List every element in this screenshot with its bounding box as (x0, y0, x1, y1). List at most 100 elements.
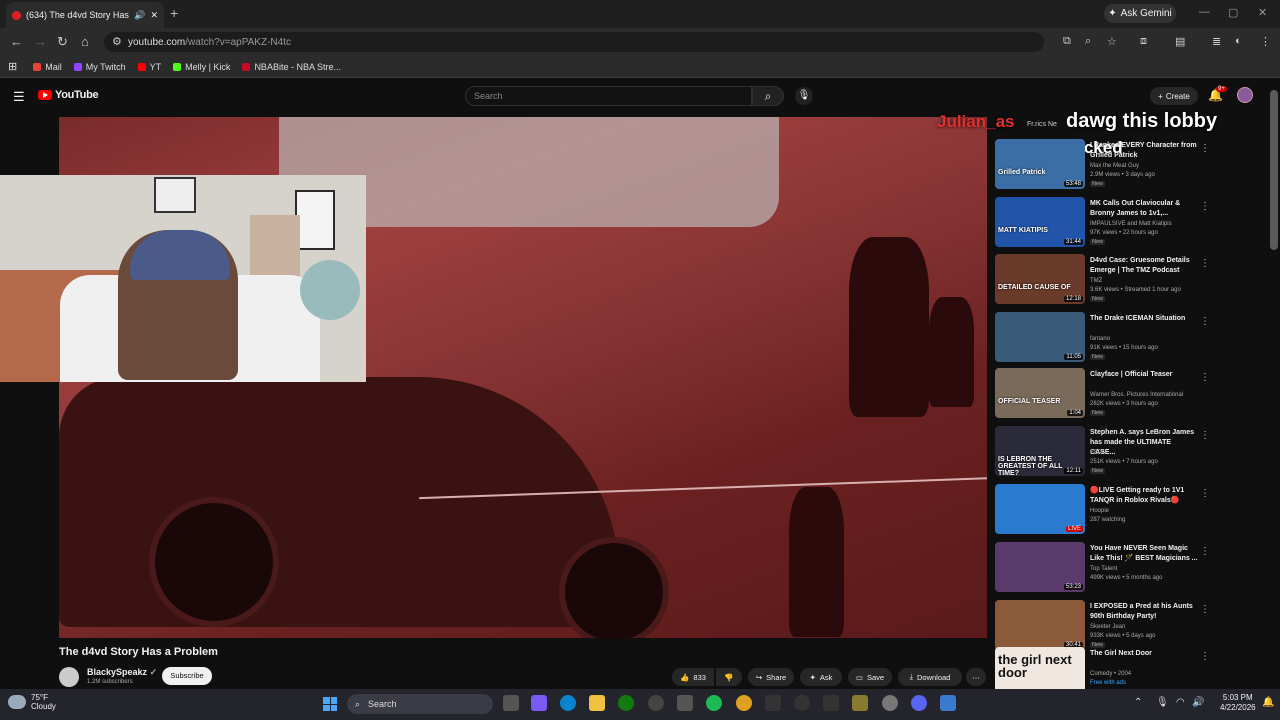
wifi-icon[interactable]: ◠ (1176, 697, 1185, 708)
voice-search-icon[interactable]: 🎙 (795, 87, 813, 105)
recommendation-item[interactable]: 53:23 You Have NEVER Seen Magic Like This… (995, 542, 1220, 594)
youtube-logo[interactable]: YouTube (38, 89, 99, 101)
more-options-icon[interactable]: ⋮ (1200, 546, 1210, 557)
recommendation-thumbnail[interactable]: 30:41 (995, 600, 1085, 650)
notification-center-icon[interactable]: 🔔 (1262, 697, 1274, 708)
recommendation-item[interactable]: DETAILED CAUSE OF 12:18 D4vd Case: Gruesom… (995, 254, 1220, 306)
store-icon[interactable] (677, 695, 693, 711)
recommendation-thumbnail[interactable]: OFFICIAL TEASER 1:04 (995, 368, 1085, 418)
weather-widget[interactable]: 75°F Cloudy (8, 693, 56, 711)
save-button[interactable]: ▭ Save (848, 668, 892, 686)
bookmark-star-icon[interactable]: ☆ (1107, 35, 1117, 48)
microphone-icon[interactable]: 🎙 (1156, 697, 1169, 708)
terminal-icon[interactable] (765, 695, 781, 711)
bookmark-yt[interactable]: YT (137, 62, 161, 72)
menu-kebab-icon[interactable]: ⋮ (1260, 35, 1271, 48)
more-options-icon[interactable]: ⋮ (1200, 258, 1210, 269)
recommendation-thumbnail[interactable]: 53:23 (995, 542, 1085, 592)
reading-list-icon[interactable]: ≣ (1212, 35, 1221, 48)
app-icon[interactable] (940, 695, 956, 711)
ask-gemini-button[interactable]: ✦ Ask Gemini (1104, 4, 1176, 23)
file-explorer-icon[interactable] (589, 695, 605, 711)
browser-tab-active[interactable]: (634) The d4vd Story Has a 🔊 ✕ (6, 2, 164, 28)
more-options-icon[interactable]: ⋮ (1200, 604, 1210, 615)
more-options-icon[interactable]: ⋮ (1200, 143, 1210, 154)
address-bar[interactable]: youtube.com/watch?v=apPAKZ-N4tc (104, 32, 1044, 52)
page-scrollbar[interactable] (1270, 90, 1278, 250)
system-clock[interactable]: 5:03 PM 4/22/2026 (1220, 693, 1256, 713)
minimize-window-icon[interactable]: — (1199, 6, 1210, 18)
recommendation-item[interactable]: OFFICIAL TEASER 1:04 Clayface | Official T… (995, 368, 1220, 420)
download-button[interactable]: ⤓ Download (898, 668, 962, 686)
media-player-icon[interactable] (794, 695, 810, 711)
search-input[interactable]: Search (465, 86, 752, 106)
ask-button[interactable]: ✦ Ask (800, 668, 842, 686)
bookmark-twitch[interactable]: My Twitch (73, 62, 126, 72)
recommendation-item[interactable]: LIVE 🔴LIVE Getting ready to 1V1 TANQR in … (995, 484, 1220, 536)
obs-icon[interactable] (648, 695, 664, 711)
volume-icon[interactable]: 🔊 (1192, 697, 1204, 708)
recommendation-thumbnail[interactable]: MATT KIATIPIS 31:44 (995, 197, 1085, 247)
account-avatar[interactable] (1237, 87, 1253, 103)
cast-icon[interactable]: ⧉ (1063, 35, 1071, 48)
close-window-icon[interactable]: ✕ (1258, 6, 1267, 19)
more-options-icon[interactable]: ⋮ (1200, 201, 1210, 212)
back-icon[interactable]: ← (10, 34, 23, 49)
more-options-icon[interactable]: ⋮ (1200, 316, 1210, 327)
dislike-button[interactable]: 👎 (716, 668, 742, 686)
channel-name[interactable]: BlackySpeakz ✓ (87, 667, 157, 678)
tab-close-icon[interactable]: ✕ (150, 10, 158, 21)
recommendation-item[interactable]: MATT KIATIPIS 31:44 MK Calls Out Claviocul… (995, 197, 1220, 249)
recommendation-thumbnail[interactable]: LIVE (995, 484, 1085, 534)
recommendation-thumbnail[interactable]: 11:05 (995, 312, 1085, 362)
profile-icon[interactable]: ◐ (1235, 35, 1242, 47)
recommendation-thumbnail[interactable]: IS LEBRON THE GREATEST OF ALL TIME? 12:11 (995, 426, 1085, 476)
more-actions-button[interactable]: ⋯ (966, 668, 986, 686)
channel-avatar[interactable] (59, 667, 79, 687)
copilot-icon[interactable] (531, 695, 547, 711)
new-tab-button[interactable]: + (170, 5, 178, 21)
chrome-icon[interactable] (736, 695, 752, 711)
settings-gear-icon[interactable] (882, 695, 898, 711)
more-options-icon[interactable]: ⋮ (1200, 488, 1210, 499)
apps-grid-icon[interactable]: ⊞ (8, 60, 17, 73)
edge-icon[interactable] (560, 695, 576, 711)
create-button[interactable]: + Create (1150, 87, 1198, 105)
recommendation-item[interactable]: Grilled Patrick 53:48 I Ranked EVERY Chara… (995, 139, 1220, 191)
recommendation-item[interactable]: 11:05 The Drake ICEMAN Situation fantano 91… (995, 312, 1220, 364)
taskbar-search-input[interactable]: ⌕ Search (347, 694, 493, 714)
hamburger-menu-icon[interactable]: ☰ (13, 89, 25, 105)
more-options-icon[interactable]: ⋮ (1200, 651, 1210, 662)
maximize-window-icon[interactable]: ▢ (1228, 6, 1238, 19)
spotify-icon[interactable] (706, 695, 722, 711)
extensions-icon[interactable]: ⧈ (1140, 35, 1147, 48)
recommendation-thumbnail[interactable]: Grilled Patrick 53:48 (995, 139, 1085, 189)
reload-icon[interactable]: ↻ (57, 34, 68, 50)
forward-icon[interactable]: → (34, 34, 47, 49)
recommendation-item[interactable]: 30:41 I EXPOSED a Pred at his Aunts 90th … (995, 600, 1220, 652)
like-button[interactable]: 👍 833 (672, 668, 714, 686)
windows-start-icon[interactable] (323, 697, 337, 711)
capcut-icon[interactable] (823, 695, 839, 711)
recommendation-item[interactable]: IS LEBRON THE GREATEST OF ALL TIME? 12:11… (995, 426, 1220, 478)
bookmark-mail[interactable]: Mail (33, 62, 62, 72)
more-options-icon[interactable]: ⋮ (1200, 372, 1210, 383)
recommendation-thumbnail[interactable]: DETAILED CAUSE OF 12:18 (995, 254, 1085, 304)
subscribe-button[interactable]: Subscribe (162, 667, 212, 685)
side-panel-icon[interactable]: ▤ (1175, 35, 1185, 48)
minecraft-icon[interactable] (852, 695, 868, 711)
share-button[interactable]: ↪ Share (748, 668, 794, 686)
xbox-icon[interactable] (618, 695, 634, 711)
home-icon[interactable]: ⌂ (81, 34, 89, 49)
zoom-icon[interactable]: ⌕ (1085, 35, 1091, 48)
recommendation-title: I EXPOSED a Pred at his Aunts 90th Birth… (1090, 603, 1193, 620)
discord-icon[interactable] (911, 695, 927, 711)
bookmark-kick[interactable]: Melly | Kick (173, 62, 230, 72)
site-info-icon[interactable]: ⚙ (112, 35, 122, 48)
more-options-icon[interactable]: ⋮ (1200, 430, 1210, 441)
tab-audio-icon[interactable]: 🔊 (134, 10, 145, 21)
bookmark-nbabite[interactable]: NBABite - NBA Stre... (242, 62, 341, 72)
search-button[interactable]: ⌕ (752, 86, 784, 106)
task-view-icon[interactable] (503, 695, 519, 711)
tray-chevron-icon[interactable]: ⌃ (1134, 697, 1142, 708)
